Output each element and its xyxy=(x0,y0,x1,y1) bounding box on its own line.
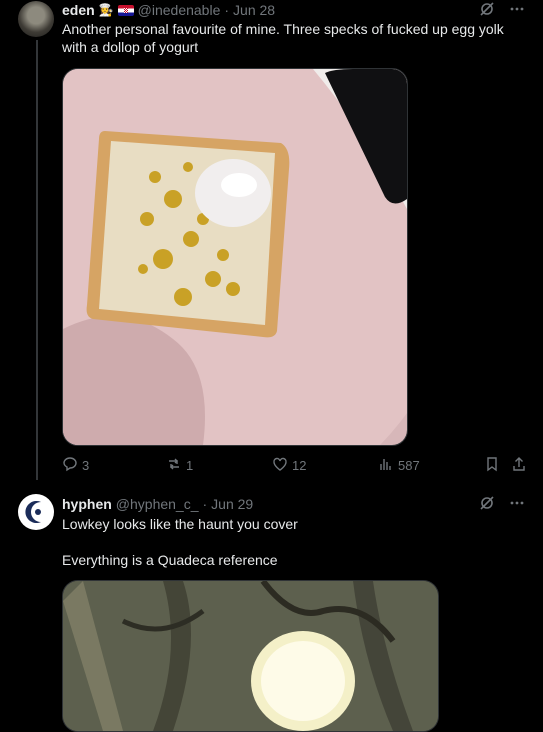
separator-dot: · xyxy=(202,496,208,512)
tweet-text-line-2: Everything is a Quadeca reference xyxy=(62,552,278,568)
like-count: 12 xyxy=(292,458,307,473)
toast-photo xyxy=(63,69,407,445)
views-count: 587 xyxy=(398,458,420,473)
views-button[interactable]: 587 xyxy=(378,456,420,475)
reply-icon xyxy=(62,456,78,475)
timestamp[interactable]: Jun 28 xyxy=(233,2,275,18)
repost-icon xyxy=(166,456,182,475)
croatia-flag-icon xyxy=(117,4,134,16)
tweet-header: hyphen @hyphen_c_ · Jun 29 xyxy=(62,495,253,513)
more-icon[interactable] xyxy=(509,1,525,20)
handle[interactable]: @hyphen_c_ xyxy=(116,496,199,512)
like-icon xyxy=(272,456,288,475)
reply-button[interactable]: 3 xyxy=(62,456,89,475)
share-button[interactable] xyxy=(511,456,527,475)
grok-icon[interactable] xyxy=(479,1,495,20)
tweet-text: Another personal favourite of mine. Thre… xyxy=(62,21,504,55)
avatar[interactable] xyxy=(18,1,54,37)
repost-button[interactable]: 1 xyxy=(166,456,193,475)
reply-count: 3 xyxy=(82,458,90,473)
like-button[interactable]: 12 xyxy=(272,456,306,475)
repost-count: 1 xyxy=(186,458,194,473)
thread-line xyxy=(36,40,38,480)
tweet-photo[interactable] xyxy=(62,580,439,732)
separator-dot: · xyxy=(224,2,230,18)
more-icon[interactable] xyxy=(509,495,525,514)
display-name[interactable]: eden xyxy=(62,2,95,18)
tweet-photo[interactable] xyxy=(62,68,408,446)
avatar[interactable] xyxy=(18,494,54,530)
tweet-text-line-1: Lowkey looks like the haunt you cover xyxy=(62,516,298,532)
moon-logo-icon xyxy=(21,497,51,527)
bookmark-icon xyxy=(484,456,500,475)
chef-emoji: 👩‍🍳 xyxy=(98,3,114,17)
handle[interactable]: @inedenable xyxy=(138,2,221,18)
album-cover-art xyxy=(63,581,438,731)
views-icon xyxy=(378,456,394,475)
timestamp[interactable]: Jun 29 xyxy=(211,496,253,512)
grok-icon[interactable] xyxy=(479,495,495,514)
tweet-actions: 3 1 12 587 xyxy=(62,456,527,476)
tweet-header: eden 👩‍🍳 @inedenable · Jun 28 xyxy=(62,1,275,19)
tweet-top-icons xyxy=(479,1,525,20)
display-name[interactable]: hyphen xyxy=(62,496,112,512)
share-icon xyxy=(511,456,527,475)
bookmark-button[interactable] xyxy=(484,456,500,475)
tweet-top-icons xyxy=(479,495,525,514)
